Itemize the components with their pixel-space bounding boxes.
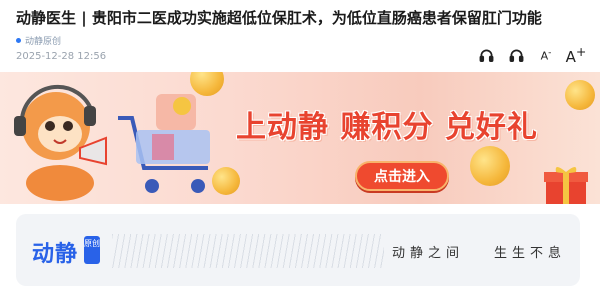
listen-button-alt[interactable] bbox=[508, 47, 524, 63]
source-label: 动静原创 bbox=[25, 36, 62, 47]
font-decrease-button[interactable]: A- bbox=[538, 47, 554, 63]
shopping-cart-illustration bbox=[118, 94, 210, 193]
gift-box-illustration bbox=[544, 167, 588, 204]
coin-icon bbox=[190, 72, 224, 96]
decorative-stripes bbox=[112, 234, 384, 268]
reading-toolbar: A- A+ bbox=[478, 44, 587, 66]
slogan-right: 生生不息 bbox=[494, 246, 567, 261]
slogan-left: 动静之间 bbox=[392, 246, 465, 261]
headphones-icon bbox=[509, 49, 523, 62]
font-increase-icon: A+ bbox=[565, 44, 587, 66]
font-decrease-icon: A- bbox=[540, 47, 552, 63]
coin-icon bbox=[565, 80, 595, 110]
source-dot-icon bbox=[16, 37, 21, 43]
original-tag: 原创 bbox=[84, 236, 100, 264]
enter-button[interactable]: 点击进入 bbox=[355, 161, 449, 191]
brand-logo: 动静 bbox=[32, 242, 79, 267]
promo-banner[interactable]: 上动静 赚积分 兑好礼 点击进入 bbox=[0, 72, 600, 204]
font-increase-button[interactable]: A+ bbox=[565, 44, 587, 66]
headphones-icon bbox=[479, 49, 493, 62]
publish-time: 2025-12-28 12:56 bbox=[16, 51, 107, 62]
brand-card: 动静 原创 动静之间 生生不息 bbox=[16, 214, 580, 286]
article-title: 动静医生 | 贵阳市二医成功实施超低位保肛术，为低位直肠癌患者保留肛门功能 bbox=[16, 9, 542, 27]
coin-icon bbox=[470, 146, 510, 186]
banner-headline: 上动静 赚积分 兑好礼 bbox=[236, 110, 538, 145]
listen-button[interactable] bbox=[478, 47, 494, 63]
article-source[interactable]: 动静原创 bbox=[16, 33, 61, 47]
mascot-illustration bbox=[14, 84, 107, 201]
